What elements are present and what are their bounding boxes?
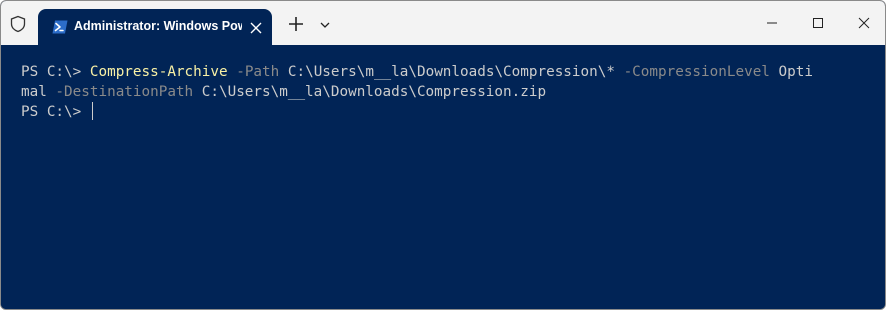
plus-icon[interactable] xyxy=(287,15,305,33)
maximize-icon xyxy=(813,18,823,28)
minimize-icon xyxy=(767,22,777,24)
chevron-down-icon[interactable] xyxy=(319,18,331,30)
parameter-compression-level: -CompressionLevel xyxy=(614,64,770,80)
text-cursor xyxy=(91,102,93,120)
close-icon xyxy=(858,17,870,29)
terminal-line: mal -DestinationPath C:\Users\m__la\Down… xyxy=(21,82,885,102)
tab-powershell[interactable]: Administrator: Windows PowerShell xyxy=(38,9,272,45)
parameter-path: -Path xyxy=(227,64,280,80)
close-tab-icon[interactable] xyxy=(250,21,262,34)
argument-source-path: C:\Users\m__la\Downloads\Compression\* xyxy=(279,64,615,80)
argument-level-start: Opti xyxy=(769,64,813,80)
prompt: PS C:\> xyxy=(21,104,90,120)
title-bar[interactable]: Administrator: Windows PowerShell xyxy=(1,1,885,45)
terminal-line: PS C:\> Compress-Archive -Path C:\Users\… xyxy=(21,62,885,82)
command-name: Compress-Archive xyxy=(89,64,228,80)
minimize-button[interactable] xyxy=(749,1,795,45)
prompt: PS C:\> xyxy=(21,64,90,80)
parameter-destination-path: -DestinationPath xyxy=(46,84,194,100)
shield-icon xyxy=(9,15,27,33)
tab-title: Administrator: Windows PowerShell xyxy=(74,19,242,33)
argument-destination: C:\Users\m__la\Downloads\Compression.zip xyxy=(193,84,547,100)
terminal-window: Administrator: Windows PowerShell xyxy=(0,0,886,310)
powershell-icon xyxy=(52,20,68,34)
maximize-button[interactable] xyxy=(795,1,841,45)
close-window-button[interactable] xyxy=(841,1,885,45)
terminal-output[interactable]: PS C:\> Compress-Archive -Path C:\Users\… xyxy=(1,45,885,309)
terminal-line: PS C:\> xyxy=(21,102,885,122)
argument-level-end: mal xyxy=(21,84,47,100)
